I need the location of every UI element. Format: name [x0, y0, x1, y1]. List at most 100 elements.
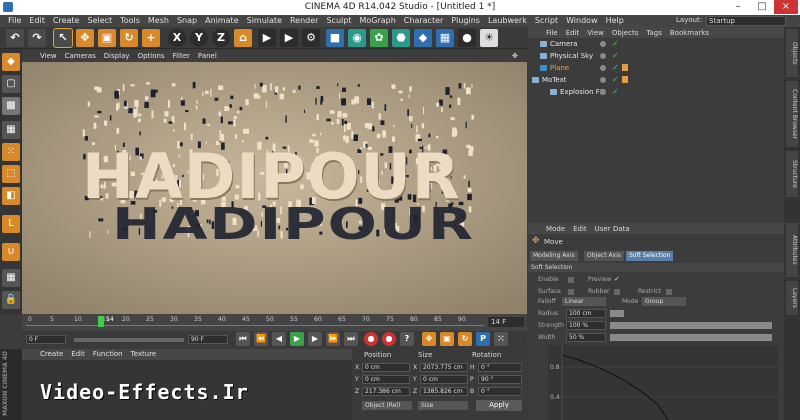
render-settings-icon[interactable]: ⚙ [302, 29, 320, 47]
key-position-icon[interactable]: ✥ [422, 332, 436, 346]
menu-item-snap[interactable]: Snap [173, 15, 201, 27]
mode-select[interactable]: Group [642, 297, 686, 306]
x-axis-icon[interactable]: X [168, 29, 186, 47]
apply-button[interactable]: Apply [476, 400, 522, 411]
material-menu-edit[interactable]: Edit [67, 349, 89, 360]
scale-icon[interactable]: ▣ [98, 29, 116, 47]
spline-icon[interactable]: ◆ [414, 29, 432, 47]
material-menu-function[interactable]: Function [89, 349, 127, 360]
perspective-viewport[interactable]: HADIPOUR HADIPOUR [22, 62, 527, 314]
texture-mode-icon[interactable]: ▩ [2, 97, 20, 115]
visibility-dot[interactable] [600, 41, 606, 47]
close-icon[interactable]: × [774, 0, 798, 14]
array-icon[interactable]: ✿ [370, 29, 388, 47]
playhead[interactable] [98, 316, 104, 327]
menu-item-plugins[interactable]: Plugins [447, 15, 484, 27]
tab-content-browser[interactable]: Content Browser [786, 81, 798, 147]
render-view-icon[interactable]: ▶ [258, 29, 276, 47]
object-menu-tags[interactable]: Tags [646, 29, 662, 37]
restrict-checkbox[interactable] [666, 289, 672, 295]
attr-menu-edit[interactable]: Edit [573, 225, 587, 233]
coordinate-system-icon[interactable]: ⌂ [234, 29, 252, 47]
prev-key-icon[interactable]: ⏪ [254, 332, 268, 346]
viewport-menu-view[interactable]: View [36, 51, 61, 62]
menu-item-render[interactable]: Render [286, 15, 322, 27]
object-menu-objects[interactable]: Objects [612, 29, 638, 37]
timeline-ruler[interactable]: 0 5 10 15 20 25 30 35 40 45 50 55 60 65 70 75 80 85 90 14 1… [22, 314, 527, 331]
surface-checkbox[interactable] [568, 289, 574, 295]
viewport-nav-icon[interactable]: ✥ [512, 52, 518, 60]
menu-item-character[interactable]: Character [400, 15, 448, 27]
layout-select[interactable]: Startup [706, 16, 786, 26]
object-row[interactable]: Camera ✓ [528, 38, 784, 50]
enabled-check-icon[interactable]: ✓ [612, 74, 619, 86]
maximize-icon[interactable]: □ [750, 0, 774, 14]
autokey-icon[interactable]: ● [382, 332, 396, 346]
tab-structure[interactable]: Structure [786, 151, 798, 197]
menu-item-edit[interactable]: Edit [25, 15, 49, 27]
visibility-dot[interactable] [600, 53, 606, 59]
preview-checkbox[interactable]: ✓ [614, 275, 620, 283]
play-icon[interactable]: ▶ [290, 332, 304, 346]
size-y-field[interactable]: 0 cm [420, 375, 468, 384]
position-y-field[interactable]: 0 cm [362, 375, 410, 384]
menu-item-laubwerk[interactable]: Laubwerk [484, 15, 531, 27]
points-mode-icon[interactable]: ⁙ [2, 143, 20, 161]
material-menu-texture[interactable]: Texture [127, 349, 161, 360]
menu-item-help[interactable]: Help [602, 15, 628, 27]
rotation-h-field[interactable]: 0 ° [478, 363, 522, 372]
attr-menu-mode[interactable]: Mode [546, 225, 565, 233]
falloff-graph[interactable]: 0.8 0.4 [548, 345, 778, 420]
make-editable-icon[interactable]: ◆ [2, 53, 20, 71]
viewport-menu-options[interactable]: Options [134, 51, 169, 62]
record-icon[interactable]: ● [364, 332, 378, 346]
menu-item-file[interactable]: File [4, 15, 25, 27]
y-axis-icon[interactable]: Y [190, 29, 208, 47]
workplane-mode-icon[interactable]: ▦ [2, 121, 20, 139]
render-picture-icon[interactable]: ▶ [280, 29, 298, 47]
viewport-menu-cameras[interactable]: Cameras [61, 51, 100, 62]
viewport-menu-filter[interactable]: Filter [169, 51, 194, 62]
nurbs-icon[interactable]: ◉ [348, 29, 366, 47]
tag-icon[interactable] [622, 64, 628, 71]
camera-icon[interactable]: ● [458, 29, 476, 47]
size-x-field[interactable]: 2073.775 cm [420, 363, 468, 372]
attr-menu-user-data[interactable]: User Data [595, 225, 630, 233]
redo-icon[interactable]: ↷ [28, 29, 46, 47]
locked-workplane-icon[interactable]: 🔒 [2, 291, 20, 309]
enabled-check-icon[interactable]: ✓ [612, 38, 619, 50]
menu-item-animate[interactable]: Animate [201, 15, 243, 27]
key-rotation-icon[interactable]: ↻ [458, 332, 472, 346]
enabled-check-icon[interactable]: ✓ [612, 86, 619, 98]
deformer-icon[interactable]: ⬣ [392, 29, 410, 47]
key-param-icon[interactable]: P [476, 332, 490, 346]
object-row[interactable]: Plane ✓ [528, 62, 784, 74]
radius-slider[interactable] [610, 310, 624, 317]
start-frame-field[interactable]: 0 F [26, 335, 66, 344]
polygons-mode-icon[interactable]: ◧ [2, 187, 20, 205]
viewport-menu-panel[interactable]: Panel [194, 51, 221, 62]
tab-modeling-axis[interactable]: Modeling Axis [530, 251, 578, 261]
prev-frame-icon[interactable]: ◀ [272, 332, 286, 346]
go-to-end-icon[interactable]: ⏭ [344, 332, 358, 346]
radius-field[interactable]: 100 cm [566, 309, 606, 318]
width-slider[interactable] [610, 334, 772, 341]
model-mode-icon[interactable]: ▢ [2, 75, 20, 93]
rotate-icon[interactable]: ↻ [120, 29, 138, 47]
tab-soft-selection[interactable]: Soft Selection [626, 251, 674, 261]
range-slider[interactable] [74, 338, 184, 342]
menu-item-select[interactable]: Select [83, 15, 116, 27]
tab-layers[interactable]: Layers [786, 281, 798, 315]
end-frame-field[interactable]: 90 F [188, 335, 228, 344]
material-menu-create[interactable]: Create [36, 349, 67, 360]
strength-slider[interactable] [610, 322, 772, 329]
minimize-icon[interactable]: – [726, 0, 750, 14]
move-icon[interactable]: ✥ [76, 29, 94, 47]
rotation-b-field[interactable]: 0 ° [478, 387, 522, 396]
key-scale-icon[interactable]: ▣ [440, 332, 454, 346]
rotation-p-field[interactable]: 90 ° [478, 375, 522, 384]
light-icon[interactable]: ☀ [480, 29, 498, 47]
current-frame-field[interactable]: 14 F [488, 317, 524, 327]
object-menu-file[interactable]: File [546, 29, 558, 37]
size-z-field[interactable]: 1385.826 cm [420, 387, 468, 396]
